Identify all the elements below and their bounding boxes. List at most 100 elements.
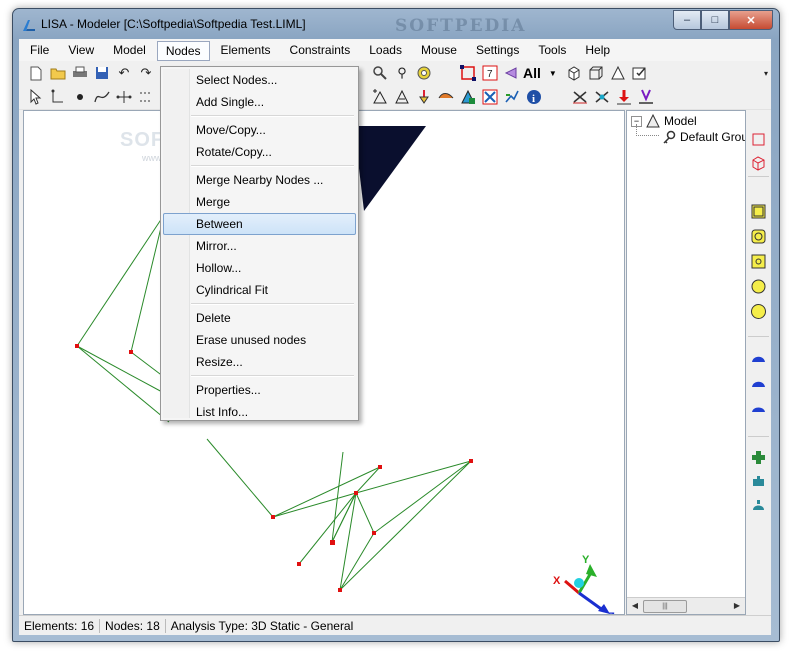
scroll-thumb[interactable]: ||| — [643, 600, 687, 613]
properties-check-icon[interactable] — [631, 64, 649, 82]
close-button[interactable]: ✕ — [729, 10, 773, 30]
status-analysis-type: Analysis Type: 3D Static - General — [170, 618, 354, 633]
yellow-square-icon[interactable] — [751, 204, 766, 219]
red-square-icon[interactable] — [751, 132, 766, 147]
menu-item-rotate-copy[interactable]: Rotate/Copy... — [163, 141, 356, 163]
open-folder-icon[interactable] — [49, 64, 67, 82]
tree-horizontal-scrollbar[interactable]: ◀ ||| ▶ — [627, 597, 745, 614]
load-arrow-icon[interactable] — [415, 88, 433, 106]
menu-mouse[interactable]: Mouse — [413, 40, 465, 60]
rotate-view-icon[interactable] — [503, 64, 521, 82]
blue-dome-icon[interactable] — [751, 352, 766, 367]
origin-sphere — [574, 578, 584, 588]
info-icon[interactable]: i — [525, 88, 543, 106]
curve-icon[interactable] — [93, 88, 111, 106]
add-node-icon[interactable] — [71, 88, 89, 106]
status-nodes: Nodes: 18 — [105, 618, 160, 633]
menu-item-list-info[interactable]: List Info... — [163, 401, 356, 423]
menu-model[interactable]: Model — [105, 40, 154, 60]
triangle-view-icon[interactable] — [609, 64, 627, 82]
menu-item-mirror[interactable]: Mirror... — [163, 235, 356, 257]
menu-item-resize[interactable]: Resize... — [163, 351, 356, 373]
solve-dynamic-icon[interactable] — [593, 88, 611, 106]
pointer-icon[interactable] — [27, 88, 45, 106]
menu-item-move-copy[interactable]: Move/Copy... — [163, 119, 356, 141]
menu-item-cylindrical-fit[interactable]: Cylindrical Fit — [163, 279, 356, 301]
yellow-circle-large-icon[interactable] — [751, 304, 766, 319]
toolbar-overflow-icon[interactable]: ▾ — [757, 64, 775, 82]
menu-item-merge[interactable]: Merge — [163, 191, 356, 213]
menu-elements[interactable]: Elements — [213, 40, 279, 60]
menu-nodes[interactable]: Nodes — [156, 40, 210, 61]
zoom-window-icon[interactable] — [371, 64, 389, 82]
save-icon[interactable] — [93, 64, 111, 82]
element-line — [76, 345, 165, 394]
section-icon[interactable] — [481, 88, 499, 106]
node-point — [372, 531, 376, 535]
element-icon[interactable] — [115, 88, 133, 106]
title-bar[interactable]: LISA - Modeler [C:\Softpedia\Softpedia T… — [13, 9, 779, 39]
menu-item-hollow[interactable]: Hollow... — [163, 257, 356, 279]
iso-cube-icon[interactable] — [565, 64, 583, 82]
menu-file[interactable]: File — [22, 40, 57, 60]
blue-dome-2-icon[interactable] — [751, 377, 766, 392]
scroll-right-icon[interactable]: ▶ — [731, 600, 743, 611]
model-tree[interactable]: − Model Default Grou ◀ ||| ▶ — [626, 110, 746, 615]
node-point — [297, 562, 301, 566]
group-number-icon[interactable]: 7 — [481, 64, 499, 82]
menu-loads[interactable]: Loads — [361, 40, 410, 60]
node-select-icon[interactable] — [49, 88, 67, 106]
new-file-icon[interactable] — [27, 64, 45, 82]
node-point — [378, 465, 382, 469]
zoom-fit-icon[interactable] — [415, 64, 433, 82]
tree-item-default-group[interactable]: Default Grou — [662, 129, 745, 145]
menu-item-delete[interactable]: Delete — [163, 307, 356, 329]
menu-view[interactable]: View — [60, 40, 102, 60]
group-key-icon — [663, 130, 676, 144]
solve-icon[interactable] — [571, 88, 589, 106]
undo-icon[interactable]: ↶ — [115, 64, 133, 82]
support-icon[interactable] — [393, 88, 411, 106]
menu-tools[interactable]: Tools — [530, 40, 574, 60]
menu-constraints[interactable]: Constraints — [282, 40, 359, 60]
menu-item-add-single[interactable]: Add Single... — [163, 91, 356, 113]
yellow-rounded-icon[interactable] — [751, 229, 766, 244]
print-icon[interactable] — [71, 64, 89, 82]
scroll-left-icon[interactable]: ◀ — [629, 600, 641, 611]
teal-dome-icon[interactable] — [751, 498, 766, 513]
select-box-icon[interactable] — [459, 64, 477, 82]
tree-root-label: Model — [664, 114, 697, 128]
mesh-icon[interactable] — [137, 88, 155, 106]
green-cross-icon[interactable] — [751, 450, 766, 465]
teal-block-icon[interactable] — [751, 474, 766, 489]
multi-load-icon[interactable] — [637, 88, 655, 106]
redo-icon[interactable]: ↷ — [137, 64, 155, 82]
material-icon[interactable] — [459, 88, 477, 106]
element-line — [373, 460, 472, 534]
blue-dome-3-icon[interactable] — [751, 402, 766, 417]
wire-cube-icon[interactable] — [587, 64, 605, 82]
red-down-arrow-icon[interactable] — [615, 88, 633, 106]
menu-item-properties[interactable]: Properties... — [163, 379, 356, 401]
menu-item-merge-nearby-nodes[interactable]: Merge Nearby Nodes ... — [163, 169, 356, 191]
pressure-icon[interactable] — [437, 88, 455, 106]
element-line — [206, 438, 274, 518]
menu-item-erase-unused-nodes[interactable]: Erase unused nodes — [163, 329, 356, 351]
yellow-target-icon[interactable] — [751, 254, 766, 269]
yellow-circle-icon[interactable] — [751, 279, 766, 294]
menu-item-between[interactable]: Between — [163, 213, 356, 235]
menu-separator — [191, 375, 354, 377]
maximize-button[interactable]: □ — [701, 10, 729, 30]
results-icon[interactable] — [503, 88, 521, 106]
all-dropdown[interactable]: All ▼ — [523, 65, 557, 81]
menu-help[interactable]: Help — [577, 40, 618, 60]
z-axis-arrow — [578, 591, 605, 613]
menu-item-select-nodes[interactable]: Select Nodes... — [163, 69, 356, 91]
element-line — [298, 492, 357, 565]
menu-settings[interactable]: Settings — [468, 40, 527, 60]
constraint-icon[interactable] — [371, 88, 389, 106]
minimize-button[interactable]: – — [673, 10, 701, 30]
axis-z-label: Z — [608, 611, 615, 614]
red-cube-icon[interactable] — [751, 156, 766, 171]
zoom-pan-icon[interactable]: ⚲ — [393, 64, 411, 82]
